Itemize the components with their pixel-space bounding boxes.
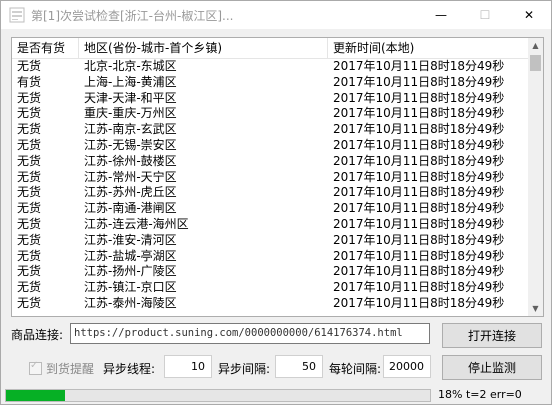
scroll-up-icon[interactable]: ▲ [528, 38, 543, 53]
cell-updated: 2017年10月11日8时18分49秒 [333, 153, 505, 168]
cell-stock: 无货 [17, 201, 42, 216]
cell-updated: 2017年10月11日8时18分49秒 [333, 201, 505, 216]
cell-region: 江苏-常州-天宁区 [84, 169, 177, 184]
round-interval-label: 每轮间隔: [329, 362, 382, 376]
table-row[interactable]: 无货 江苏-盐城-亭湖区 2017年10月11日8时18分49秒 [12, 249, 528, 265]
cell-region: 江苏-镇江-京口区 [84, 280, 177, 295]
region-stock-table[interactable]: 是否有货 地区(省份-城市-首个乡镇) 更新时间(本地) 无货 北京-北京-东城区… [11, 37, 544, 317]
cell-region: 江苏-南通-港闸区 [84, 201, 177, 216]
cell-updated: 2017年10月11日8时18分49秒 [333, 169, 505, 184]
vertical-scrollbar[interactable]: ▲ ▼ [528, 38, 543, 316]
cell-region: 江苏-无锡-崇安区 [84, 137, 177, 152]
cell-updated: 2017年10月11日8时18分49秒 [333, 185, 505, 200]
cell-stock: 无货 [17, 153, 42, 168]
scroll-down-icon[interactable]: ▼ [528, 301, 543, 316]
status-text: 18% t=2 err=0 [438, 388, 522, 401]
table-row[interactable]: 无货 天津-天津-和平区 2017年10月11日8时18分49秒 [12, 91, 528, 107]
cell-region: 江苏-淮安-清河区 [84, 232, 177, 247]
column-header-stock[interactable]: 是否有货 [12, 38, 79, 58]
progress-bar [5, 389, 431, 402]
cell-region: 江苏-盐城-亭湖区 [84, 248, 177, 263]
cell-stock: 无货 [17, 264, 42, 279]
cell-region: 江苏-扬州-广陵区 [84, 264, 177, 279]
cell-updated: 2017年10月11日8时18分49秒 [333, 137, 505, 152]
table-row[interactable]: 无货 江苏-徐州-鼓楼区 2017年10月11日8时18分49秒 [12, 154, 528, 170]
table-header: 是否有货 地区(省份-城市-首个乡镇) 更新时间(本地) [12, 38, 528, 59]
cell-updated: 2017年10月11日8时18分49秒 [333, 74, 505, 89]
table-row[interactable]: 无货 江苏-连云港-海州区 2017年10月11日8时18分49秒 [12, 217, 528, 233]
stop-monitor-button[interactable]: 停止监测 [442, 355, 542, 380]
cell-region: 江苏-苏州-虎丘区 [84, 185, 177, 200]
cell-region: 天津-天津-和平区 [84, 90, 177, 105]
cell-region: 江苏-南京-玄武区 [84, 122, 177, 137]
close-button[interactable]: ✕ [507, 1, 551, 29]
cell-updated: 2017年10月11日8时18分49秒 [333, 280, 505, 295]
app-icon [9, 7, 25, 23]
cell-updated: 2017年10月11日8时18分49秒 [333, 90, 505, 105]
cell-stock: 无货 [17, 280, 42, 295]
cell-stock: 无货 [17, 59, 42, 73]
cell-stock: 无货 [17, 232, 42, 247]
async-threads-label: 异步线程: [103, 362, 156, 376]
table-row[interactable]: 无货 江苏-南京-玄武区 2017年10月11日8时18分49秒 [12, 122, 528, 138]
cell-region: 北京-北京-东城区 [84, 59, 177, 73]
cell-region: 重庆-重庆-万州区 [84, 106, 177, 121]
cell-stock: 无货 [17, 169, 42, 184]
checkbox-icon[interactable] [29, 360, 42, 375]
cell-stock: 无货 [17, 122, 42, 137]
cell-stock: 无货 [17, 106, 42, 121]
cell-updated: 2017年10月11日8时18分49秒 [333, 295, 505, 310]
cell-updated: 2017年10月11日8时18分49秒 [333, 216, 505, 231]
cell-stock: 无货 [17, 295, 42, 310]
cell-region: 江苏-徐州-鼓楼区 [84, 153, 177, 168]
cell-updated: 2017年10月11日8时18分49秒 [333, 248, 505, 263]
table-row[interactable]: 有货 上海-上海-黄浦区 2017年10月11日8时18分49秒 [12, 75, 528, 91]
table-row[interactable]: 无货 江苏-淮安-清河区 2017年10月11日8时18分49秒 [12, 233, 528, 249]
product-link-input[interactable]: https://product.suning.com/0000000000/61… [70, 323, 430, 344]
round-interval-input[interactable]: 20000 [383, 355, 431, 378]
cell-stock: 无货 [17, 185, 42, 200]
table-body: 无货 北京-北京-东城区 2017年10月11日8时18分49秒 有货 上海-上海-黄浦… [12, 59, 528, 312]
table-row[interactable]: 无货 江苏-扬州-广陵区 2017年10月11日8时18分49秒 [12, 264, 528, 280]
async-interval-label: 异步间隔: [218, 362, 271, 376]
cell-stock: 无货 [17, 248, 42, 263]
cell-region: 江苏-连云港-海州区 [84, 216, 189, 231]
cell-updated: 2017年10月11日8时18分49秒 [333, 122, 505, 137]
cell-updated: 2017年10月11日8时18分49秒 [333, 59, 505, 73]
scroll-thumb[interactable] [530, 55, 541, 71]
cell-region: 江苏-泰州-海陵区 [84, 295, 177, 310]
table-row[interactable]: 无货 江苏-镇江-京口区 2017年10月11日8时18分49秒 [12, 280, 528, 296]
progress-fill [6, 390, 66, 401]
stock-alert-label: 到货提醒 [46, 362, 95, 376]
cell-stock: 无货 [17, 137, 42, 152]
title-bar: 第[1]次尝试检查[浙江-台州-椒江区]... — ☐ ✕ [1, 1, 551, 29]
cell-stock: 无货 [17, 216, 42, 231]
cell-updated: 2017年10月11日8时18分49秒 [333, 264, 505, 279]
column-header-region[interactable]: 地区(省份-城市-首个乡镇) [79, 38, 328, 58]
cell-stock: 无货 [17, 90, 42, 105]
table-row[interactable]: 无货 江苏-苏州-虎丘区 2017年10月11日8时18分49秒 [12, 185, 528, 201]
column-header-updated[interactable]: 更新时间(本地) [328, 38, 528, 58]
product-link-label: 商品连接: [11, 328, 64, 342]
cell-updated: 2017年10月11日8时18分49秒 [333, 106, 505, 121]
maximize-button[interactable]: ☐ [463, 1, 507, 29]
table-row[interactable]: 无货 北京-北京-东城区 2017年10月11日8时18分49秒 [12, 59, 528, 75]
cell-updated: 2017年10月11日8时18分49秒 [333, 232, 505, 247]
stock-alert-checkbox[interactable]: 到货提醒 [29, 360, 94, 377]
table-row[interactable]: 无货 江苏-常州-天宁区 2017年10月11日8时18分49秒 [12, 170, 528, 186]
table-row[interactable]: 无货 重庆-重庆-万州区 2017年10月11日8时18分49秒 [12, 106, 528, 122]
cell-stock: 有货 [17, 74, 42, 89]
minimize-button[interactable]: — [419, 1, 463, 29]
async-interval-input[interactable]: 50 [275, 355, 323, 378]
main-window: 第[1]次尝试检查[浙江-台州-椒江区]... — ☐ ✕ 是否有货 地区(省份… [0, 0, 552, 405]
cell-region: 上海-上海-黄浦区 [84, 74, 177, 89]
table-row[interactable]: 无货 江苏-无锡-崇安区 2017年10月11日8时18分49秒 [12, 138, 528, 154]
async-threads-input[interactable]: 10 [164, 355, 212, 378]
table-row[interactable]: 无货 江苏-泰州-海陵区 2017年10月11日8时18分49秒 [12, 296, 528, 312]
open-link-button[interactable]: 打开连接 [442, 323, 542, 348]
table-row[interactable]: 无货 江苏-南通-港闸区 2017年10月11日8时18分49秒 [12, 201, 528, 217]
window-title: 第[1]次尝试检查[浙江-台州-椒江区]... [31, 9, 234, 23]
